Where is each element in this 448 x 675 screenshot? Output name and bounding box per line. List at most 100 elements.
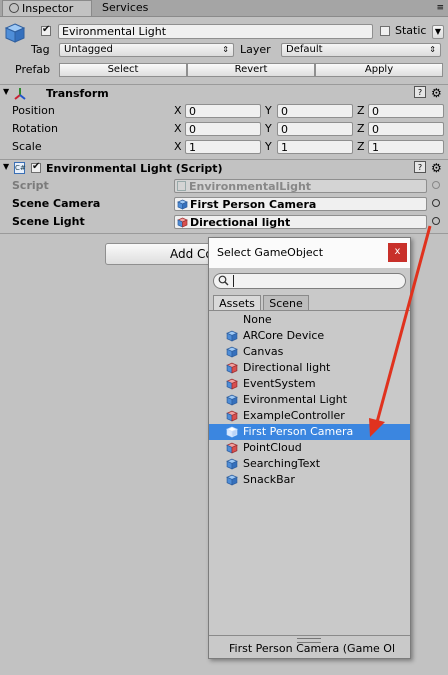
inspector-icon: [9, 3, 19, 13]
object-picker-icon[interactable]: [432, 199, 440, 207]
rotation-z-label: Z: [357, 122, 365, 135]
divider: [0, 233, 448, 234]
position-x-label: X: [174, 104, 182, 117]
rotation-z-input[interactable]: 0: [368, 122, 444, 136]
panel-menu-icon[interactable]: ≡: [436, 3, 444, 13]
scene-light-label: Scene Light: [12, 215, 85, 228]
scene-light-field[interactable]: Directional light: [174, 215, 427, 229]
scale-label: Scale: [12, 140, 42, 153]
list-item-label: None: [243, 313, 272, 326]
tag-dropdown[interactable]: Untagged ⇕: [59, 43, 234, 57]
list-item-label: SnackBar: [243, 473, 295, 486]
static-dropdown[interactable]: ▼: [432, 25, 444, 39]
help-icon[interactable]: ?: [414, 161, 426, 173]
list-item[interactable]: ARCore Device: [209, 328, 410, 344]
layer-label: Layer: [240, 43, 271, 56]
list-item-label: SearchingText: [243, 457, 321, 470]
position-x-input[interactable]: 0: [185, 104, 261, 118]
scale-y-label: Y: [265, 140, 272, 153]
object-picker-icon: [432, 181, 440, 189]
select-gameobject-popup: Select GameObject x Assets Scene None AR…: [208, 237, 411, 659]
script-label: Script: [12, 179, 49, 192]
scale-x-label: X: [174, 140, 182, 153]
search-icon: [218, 275, 229, 289]
foldout-arrow-icon[interactable]: ▼: [3, 87, 9, 96]
position-z-input[interactable]: 0: [368, 104, 444, 118]
tag-label: Tag: [31, 43, 50, 56]
tab-services[interactable]: Services: [96, 0, 166, 16]
scale-x-input[interactable]: 1: [185, 140, 261, 154]
list-item[interactable]: EventSystem: [209, 376, 410, 392]
position-z-label: Z: [357, 104, 365, 117]
gameobject-cube-icon: [177, 199, 188, 210]
list-item-label: Directional light: [243, 361, 331, 374]
tag-value: Untagged: [64, 44, 113, 55]
footer-divider: [209, 635, 410, 636]
script-file-icon: [177, 181, 186, 191]
position-y-input[interactable]: 0: [277, 104, 353, 118]
rotation-y-label: Y: [265, 122, 272, 135]
position-y-label: Y: [265, 104, 272, 117]
gameobject-cube-red-icon: [177, 217, 188, 228]
list-item[interactable]: Canvas: [209, 344, 410, 360]
rotation-x-input[interactable]: 0: [185, 122, 261, 136]
tab-services-label: Services: [102, 1, 149, 14]
script-file-icon: C#: [14, 162, 26, 174]
list-item[interactable]: ExampleController: [209, 408, 410, 424]
list-item-label: EventSystem: [243, 377, 316, 390]
tab-inspector-label: Inspector: [22, 2, 74, 15]
list-item[interactable]: Directional light: [209, 360, 410, 376]
list-item-label: PointCloud: [243, 441, 302, 454]
scale-z-input[interactable]: 1: [368, 140, 444, 154]
prefab-revert-button[interactable]: Revert: [187, 63, 315, 77]
list-item-label: Canvas: [243, 345, 284, 358]
popup-title: Select GameObject: [217, 246, 324, 259]
list-item[interactable]: SnackBar: [209, 472, 410, 488]
gameobject-list: None ARCore Device Canvas Directional li…: [209, 312, 410, 492]
object-picker-icon[interactable]: [432, 217, 440, 225]
static-checkbox[interactable]: [380, 26, 390, 36]
foldout-arrow-icon[interactable]: ▼: [3, 162, 9, 171]
script-value: EnvironmentalLight: [189, 180, 312, 193]
object-name-input[interactable]: Evironmental Light: [58, 24, 373, 39]
scene-camera-field[interactable]: First Person Camera: [174, 197, 427, 211]
transform-header[interactable]: ▼ Transform ? ⚙: [0, 84, 448, 102]
tab-divider: [209, 310, 410, 311]
list-item-label: Evironmental Light: [243, 393, 348, 406]
script-component-title: Environmental Light (Script): [46, 162, 223, 175]
scale-y-input[interactable]: 1: [277, 140, 353, 154]
help-icon[interactable]: ?: [414, 86, 426, 98]
active-checkbox[interactable]: [41, 24, 51, 36]
component-enabled-checkbox[interactable]: [31, 161, 41, 173]
script-field: EnvironmentalLight: [174, 179, 427, 193]
tab-inspector[interactable]: Inspector: [2, 0, 92, 16]
prefab-select-button[interactable]: Select: [59, 63, 187, 77]
list-item-label: ARCore Device: [243, 329, 325, 342]
tab-scene[interactable]: Scene: [263, 295, 309, 311]
chevron-down-icon: ⇕: [222, 45, 229, 54]
list-item[interactable]: Evironmental Light: [209, 392, 410, 408]
rotation-y-input[interactable]: 0: [277, 122, 353, 136]
gameobject-cube-icon: [226, 474, 238, 491]
scale-z-label: Z: [357, 140, 365, 153]
position-label: Position: [12, 104, 55, 117]
gear-icon[interactable]: ⚙: [431, 161, 442, 175]
preview-label: First Person Camera (Game Ol: [229, 642, 396, 655]
search-input[interactable]: [213, 273, 406, 289]
list-item[interactable]: SearchingText: [209, 456, 410, 472]
scene-camera-label: Scene Camera: [12, 197, 101, 210]
prefab-apply-button[interactable]: Apply: [315, 63, 443, 77]
transform-title: Transform: [46, 87, 109, 100]
layer-dropdown[interactable]: Default ⇕: [281, 43, 441, 57]
script-component-header[interactable]: ▼ C# Environmental Light (Script) ? ⚙: [0, 159, 448, 177]
tab-assets[interactable]: Assets: [213, 295, 261, 311]
tab-bar: Inspector Services ≡: [0, 0, 448, 17]
scene-light-value: Directional light: [190, 216, 291, 229]
gear-icon[interactable]: ⚙: [431, 86, 442, 100]
list-item[interactable]: PointCloud: [209, 440, 410, 456]
close-button[interactable]: x: [388, 243, 407, 262]
list-item-selected[interactable]: First Person Camera: [209, 424, 410, 440]
list-item-none[interactable]: None: [209, 312, 410, 328]
static-label: Static: [395, 24, 427, 37]
transform-icon: [13, 86, 27, 103]
